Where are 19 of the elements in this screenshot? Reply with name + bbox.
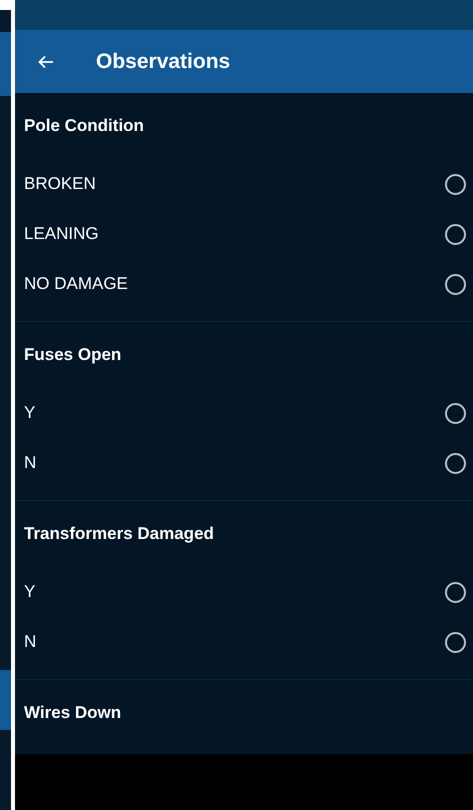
radio-button[interactable] (445, 224, 466, 244)
option-label: NO DAMAGE (24, 274, 128, 294)
option-label: N (24, 632, 36, 652)
section-title: Pole Condition (24, 116, 144, 136)
screen-title: Observations (96, 50, 230, 74)
radio-button[interactable] (445, 452, 466, 474)
option-label: Y (24, 582, 36, 602)
option-label: BROKEN (24, 174, 96, 194)
option-label: Y (24, 403, 36, 423)
radio-button[interactable] (445, 174, 466, 194)
section-title: Wires Down (24, 703, 122, 723)
section-title: Fuses Open (24, 345, 122, 365)
radio-button[interactable] (445, 632, 466, 652)
section-title: Transformers Damaged (24, 524, 214, 544)
option-label: N (24, 453, 36, 473)
option-label: LEANING (24, 224, 99, 244)
radio-button[interactable] (445, 402, 466, 424)
radio-button[interactable] (445, 274, 466, 294)
radio-button[interactable] (445, 582, 466, 602)
